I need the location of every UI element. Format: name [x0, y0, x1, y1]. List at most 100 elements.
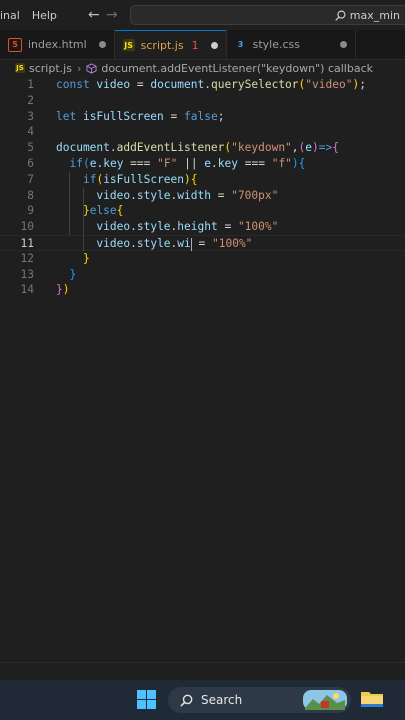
code-token: }	[82, 251, 90, 265]
code-line[interactable]: 7 if(isFullScreen){	[0, 172, 405, 188]
code-token: =>	[318, 141, 333, 155]
unsaved-dot-icon[interactable]	[339, 41, 347, 48]
code-token: else	[89, 204, 117, 218]
code-text: video.style.width = "700px"	[56, 188, 278, 204]
line-number: 10	[20, 220, 34, 234]
tab-script-js[interactable]: JS script.js 1	[114, 30, 227, 59]
code-token: style	[136, 188, 171, 202]
line-number: 4	[27, 125, 34, 139]
line-number: 2	[27, 93, 34, 107]
tab-index-html[interactable]: 5 index.html	[0, 30, 115, 59]
code-token: )	[291, 157, 299, 170]
menu-item-help[interactable]: Help	[26, 9, 63, 22]
code-token: =	[210, 188, 232, 202]
html5-icon: 5	[8, 37, 22, 52]
breadcrumb-file[interactable]: script.js	[29, 62, 72, 75]
code-token: "700px"	[231, 188, 279, 202]
line-number: 1	[27, 78, 34, 91]
code-token: width	[177, 188, 211, 202]
line-number: 11	[20, 237, 34, 250]
code-token: "video"	[305, 78, 353, 91]
code-line[interactable]: 4	[0, 124, 405, 140]
title-bar: inal Help ← → max_min	[0, 0, 405, 30]
file-explorer-icon[interactable]	[360, 689, 384, 709]
code-line[interactable]: 12 }	[0, 251, 405, 267]
editor-tabs: 5 index.html JS script.js 1 3 style.css	[0, 30, 405, 60]
line-number: 13	[20, 267, 34, 281]
forward-arrow-icon[interactable]: →	[103, 7, 121, 23]
css3-icon: 3	[237, 40, 244, 49]
chevron-right-icon: ›	[76, 61, 82, 75]
code-token: .	[130, 188, 137, 202]
tab-style-css[interactable]: 3 style.css	[227, 30, 356, 59]
code-text: video.style.wi = "100%"	[56, 236, 252, 252]
code-line[interactable]: 14})	[0, 282, 405, 298]
code-line[interactable]: 5 document.addEventListener("keydown",(e)…	[0, 140, 405, 156]
code-token: document	[56, 141, 110, 155]
code-text: const video = document.querySelector("vi…	[56, 77, 366, 93]
tab-label: index.html	[28, 38, 87, 51]
code-token: height	[177, 220, 218, 234]
code-token: if	[82, 172, 97, 186]
panel-strip	[0, 662, 405, 681]
code-token: .	[130, 220, 137, 234]
code-line[interactable]: 6 if(e.key === "F" || e.key === "f"){	[0, 156, 405, 172]
code-line[interactable]: 9 }else{	[0, 203, 405, 219]
code-token: false	[184, 109, 218, 123]
code-token: .	[130, 237, 137, 250]
line-number: 5	[27, 141, 34, 155]
code-line[interactable]: 11 video.style.wi = "100%"	[0, 235, 405, 251]
command-center-search[interactable]: max_min	[130, 5, 405, 25]
code-token: =	[163, 109, 184, 123]
code-token: ||	[177, 157, 205, 170]
code-token: .	[204, 78, 211, 91]
code-text: video.style.height = "100%"	[56, 219, 278, 235]
search-icon	[335, 10, 346, 21]
code-token: style	[136, 220, 171, 234]
js-icon: JS	[15, 63, 25, 73]
code-token: }	[69, 267, 77, 281]
code-token: )	[312, 141, 319, 155]
line-number: 8	[27, 188, 34, 202]
code-editor[interactable]: 1 const video = document.querySelector("v…	[0, 77, 405, 662]
indent-guide	[69, 172, 70, 236]
code-token: ,	[291, 141, 299, 155]
code-token: wi	[177, 237, 191, 250]
code-token: =	[130, 78, 151, 91]
unsaved-dot-icon[interactable]	[98, 41, 106, 48]
code-line[interactable]: 2	[0, 93, 405, 109]
js-icon: JS	[122, 39, 135, 51]
code-line[interactable]: 1 const video = document.querySelector("v…	[0, 77, 405, 93]
breadcrumb: JS script.js › document.addEventListener…	[0, 60, 405, 76]
tab-label: script.js	[140, 38, 184, 52]
code-token: video	[96, 78, 131, 91]
code-token: key	[217, 157, 239, 170]
windows-start-icon[interactable]	[137, 690, 156, 709]
code-token: ;	[359, 78, 366, 91]
code-line[interactable]: 13 }	[0, 267, 405, 283]
code-token: =	[217, 220, 238, 234]
back-arrow-icon[interactable]: ←	[85, 7, 103, 23]
unsaved-dot-icon[interactable]	[210, 41, 218, 49]
taskbar-search[interactable]: Search	[168, 687, 351, 713]
code-token: key	[103, 157, 124, 170]
code-token: .	[211, 157, 218, 170]
code-line[interactable]: 8 video.style.width = "700px"	[0, 188, 405, 204]
breadcrumb-symbol[interactable]: document.addEventListener("keydown") cal…	[101, 62, 373, 75]
code-text: }	[56, 251, 90, 267]
code-line[interactable]: 3 let isFullScreen = false;	[0, 109, 405, 125]
code-token: "keydown"	[231, 141, 292, 155]
code-token: }	[82, 204, 90, 218]
code-token: addEventListener	[116, 141, 225, 155]
code-token: )	[184, 172, 191, 186]
code-token: }	[56, 283, 63, 297]
menu-item-terminal[interactable]: inal	[0, 9, 26, 22]
code-token: {	[116, 204, 124, 218]
code-text: })	[56, 282, 70, 298]
code-line[interactable]: 10 video.style.height = "100%"	[0, 219, 405, 235]
code-token: isFullScreen	[82, 109, 164, 123]
